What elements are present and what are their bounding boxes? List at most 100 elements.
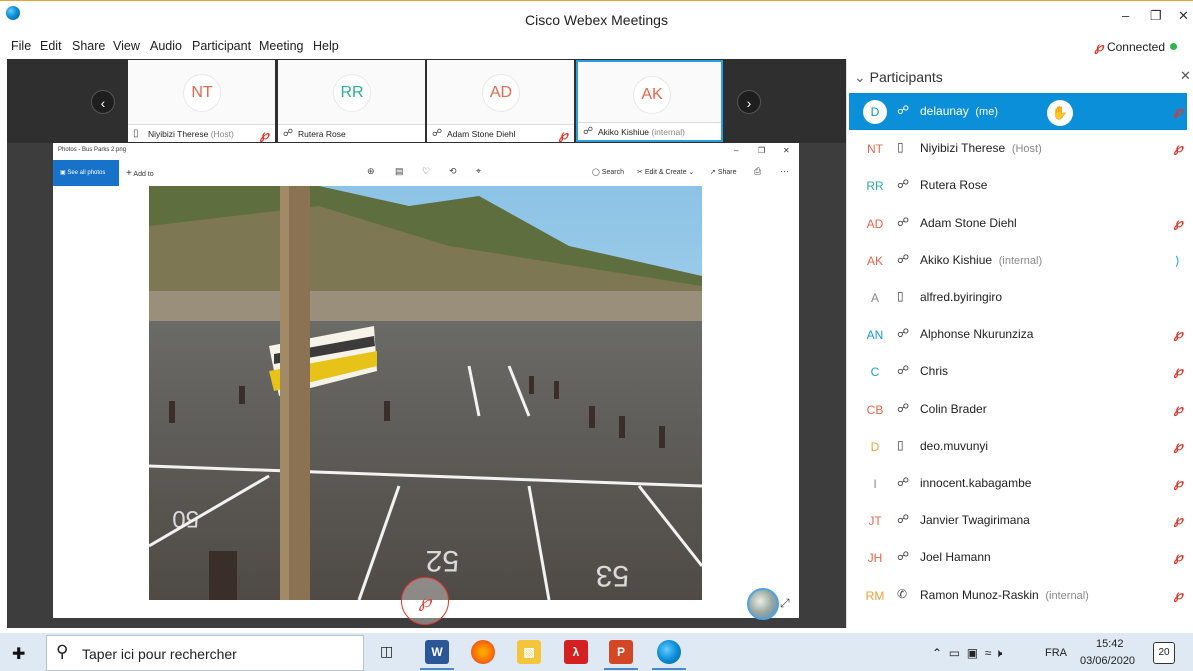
participant-row[interactable]: RR ☍ Rutera Rose <box>849 167 1187 204</box>
participant-row[interactable]: AN ☍ Alphonse Nkurunziza ℘ <box>849 316 1187 353</box>
participant-row[interactable]: D ☍ delaunay (me) ℘ <box>849 93 1187 130</box>
edit-create-button[interactable]: ✂ Edit & Create ⌄ <box>637 168 694 176</box>
clock-time[interactable]: 15:42 <box>1096 638 1124 650</box>
video-thumbnail[interactable]: RR ☍ Rutera Rose <box>278 60 425 142</box>
clock-date[interactable]: 03/06/2020 <box>1080 655 1135 667</box>
zoom-icon[interactable]: ⊕ <box>367 166 375 177</box>
next-thumbnails-button[interactable]: › <box>737 90 761 114</box>
file-explorer-icon[interactable]: ▧ <box>517 640 541 664</box>
see-all-photos-button[interactable]: ▣ See all photos <box>53 160 119 186</box>
video-thumbnail[interactable]: NT ▯ Niyibizi Therese (Host) ℘ <box>128 60 275 142</box>
participant-row[interactable]: CB ☍ Colin Brader ℘ <box>849 391 1187 428</box>
menu-file[interactable]: File <box>11 39 31 53</box>
wifi-icon: ≈ <box>984 646 992 660</box>
mute-icon[interactable]: ℘ <box>1174 549 1183 565</box>
headset-icon: ☍ <box>897 549 910 564</box>
mute-icon[interactable]: ℘ <box>1174 475 1183 491</box>
task-view-icon[interactable]: ◫ <box>380 643 393 660</box>
participant-row[interactable]: C ☍ Chris ℘ <box>849 353 1187 390</box>
menu-edit[interactable]: Edit <box>40 39 62 53</box>
presenter-video-bubble[interactable] <box>747 588 779 620</box>
print-icon[interactable]: ⎙ <box>754 166 761 177</box>
prev-thumbnails-button[interactable]: ‹ <box>91 90 115 114</box>
avatar: AK <box>863 248 887 273</box>
mute-icon[interactable]: ℘ <box>1174 512 1183 528</box>
headset-icon: ☍ <box>897 363 910 378</box>
avatar: D <box>863 100 887 124</box>
more-icon[interactable]: ⋯ <box>780 166 789 177</box>
rotate-icon[interactable]: ⟲ <box>449 166 457 177</box>
expand-icon[interactable]: ⤢ <box>780 596 790 611</box>
search-button[interactable]: ◯ Search <box>592 168 624 176</box>
mute-icon[interactable]: ℘ <box>1174 140 1183 156</box>
thumbnail-tag: (Host) <box>210 129 234 139</box>
notification-center-button[interactable]: 20 <box>1153 642 1175 664</box>
mute-icon[interactable]: ℘ <box>1174 401 1183 417</box>
menu-share[interactable]: Share <box>72 39 105 53</box>
participant-row[interactable]: JT ☍ Janvier Twagirimana ℘ <box>849 502 1187 539</box>
participant-name: deo.muvunyi <box>920 439 995 453</box>
favorite-icon[interactable]: ♡ <box>422 166 430 177</box>
word-icon[interactable]: W <box>425 640 449 664</box>
avatar: AD <box>482 74 520 112</box>
title-bar: Cisco Webex Meetings <box>0 0 1193 36</box>
language-indicator[interactable]: FRA <box>1045 647 1067 659</box>
share-button[interactable]: ➚ Share <box>710 168 737 176</box>
thumbnail-name: Adam Stone Diehl <box>447 129 516 139</box>
mute-icon[interactable]: ℘ <box>1174 587 1183 603</box>
participants-panel-header[interactable]: ⌄ Participants <box>854 69 943 86</box>
participant-row[interactable]: JH ☍ Joel Hamann ℘ <box>849 539 1187 576</box>
participant-name-text: deo.muvunyi <box>920 438 989 453</box>
participant-tag: (internal) <box>1045 589 1089 602</box>
firefox-icon[interactable] <box>471 640 495 664</box>
participant-name: delaunay (me) <box>920 104 998 118</box>
edit-icon: ✂ <box>637 169 643 176</box>
avatar: JT <box>863 509 887 534</box>
participant-row[interactable]: AK ☍ Akiko Kishiue (internal) <box>849 242 1187 279</box>
thumbnail-name: Rutera Rose <box>298 129 346 139</box>
mute-icon[interactable]: ℘ <box>1174 363 1183 379</box>
mute-icon[interactable]: ℘ <box>1174 326 1183 342</box>
meeting-mute-button[interactable]: ℘ <box>401 577 449 625</box>
participant-name: Joel Hamann <box>920 550 997 564</box>
participant-row[interactable]: I ☍ innocent.kabagambe ℘ <box>849 465 1187 502</box>
menu-view[interactable]: View <box>113 39 140 53</box>
participant-row[interactable]: RM ✆ Ramon Munoz-Raskin (internal) ℘ <box>849 577 1187 614</box>
video-thumbnail-active[interactable]: AK ☍ Akiko Kishiue (internal) <box>576 60 723 142</box>
close-icon[interactable]: ✕ <box>1178 8 1189 24</box>
acrobat-icon[interactable]: λ <box>564 640 588 664</box>
raise-hand-icon[interactable]: ✋ <box>1047 100 1073 126</box>
delete-icon[interactable]: ▤ <box>395 166 404 177</box>
avatar: RR <box>863 174 887 199</box>
thumbnail-namebar: ☍ Rutera Rose <box>278 124 425 142</box>
menu-audio[interactable]: Audio <box>150 39 182 53</box>
menu-meeting[interactable]: Meeting <box>259 39 303 53</box>
window-title: Cisco Webex Meetings <box>525 12 668 28</box>
participant-row[interactable]: A ▯ alfred.byiringiro <box>849 279 1187 316</box>
webex-icon[interactable] <box>657 640 681 664</box>
restore-icon[interactable]: ❐ <box>758 146 765 155</box>
crop-icon[interactable]: ⌖ <box>476 166 481 177</box>
close-icon[interactable]: ✕ <box>783 146 790 155</box>
add-to-button[interactable]: + Add to <box>126 168 154 179</box>
participant-name-text: alfred.byiringiro <box>920 290 1003 304</box>
menu-participant[interactable]: Participant <box>192 39 251 53</box>
video-thumbnail[interactable]: AD ☍ Adam Stone Diehl ℘ <box>427 60 574 142</box>
participant-row[interactable]: NT ▯ Niyibizi Therese (Host) ℘ <box>849 130 1187 167</box>
powerpoint-icon[interactable]: P <box>609 640 633 664</box>
participant-name-text: innocent.kabagambe <box>920 476 1032 490</box>
restore-icon[interactable]: ❐ <box>1150 8 1162 24</box>
minimize-icon[interactable]: – <box>734 146 738 155</box>
mute-icon[interactable]: ℘ <box>1174 438 1183 454</box>
system-tray[interactable]: ⌃ ▭ ▣ ≈ 🕨 <box>932 646 1002 661</box>
headset-icon: ☍ <box>897 214 910 229</box>
participant-row[interactable]: D ▯ deo.muvunyi ℘ <box>849 428 1187 465</box>
mute-icon[interactable]: ℘ <box>1174 215 1183 231</box>
mute-icon[interactable]: ℘ <box>1174 103 1183 119</box>
participant-row[interactable]: AD ☍ Adam Stone Diehl ℘ <box>849 205 1187 242</box>
close-icon[interactable]: ✕ <box>1180 68 1191 84</box>
minimize-icon[interactable]: – <box>1122 8 1129 23</box>
headset-icon: ☍ <box>897 512 910 527</box>
windows-start-icon[interactable]: ✚ <box>12 644 25 664</box>
menu-help[interactable]: Help <box>313 39 339 53</box>
